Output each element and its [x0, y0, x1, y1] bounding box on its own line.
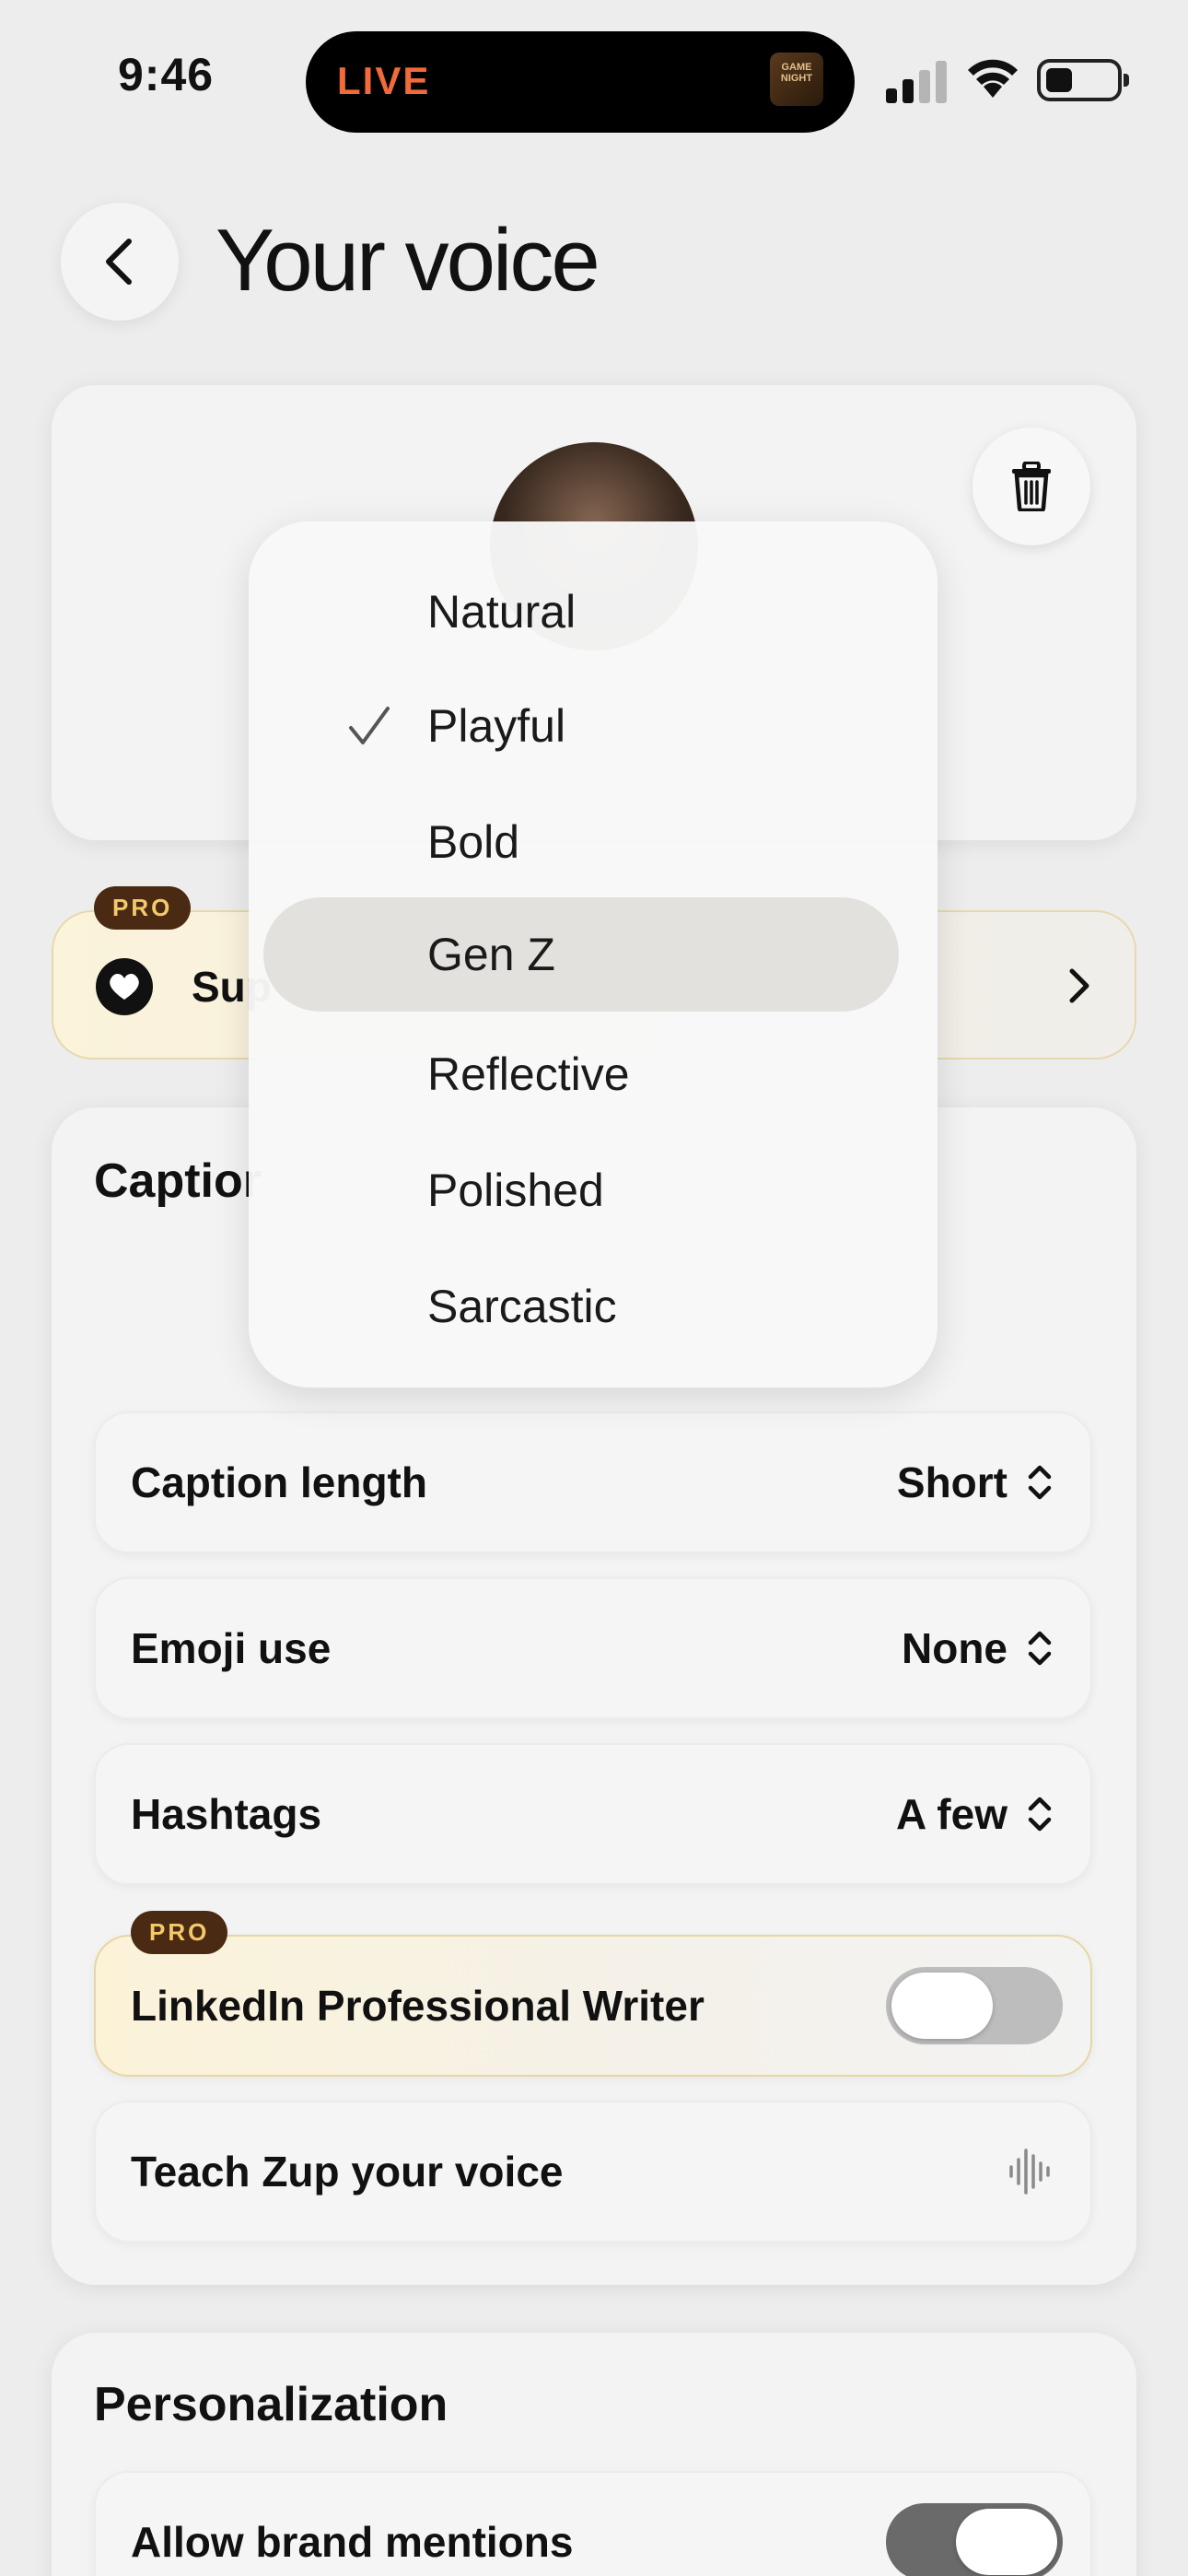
linkedin-writer-toggle[interactable]: [886, 1967, 1063, 2044]
trash-icon: [1012, 462, 1051, 511]
battery-icon: [1037, 59, 1129, 101]
checkmark-icon: [349, 707, 390, 744]
row-label: Teach Zup your voice: [131, 2148, 564, 2195]
heart-icon: [96, 958, 153, 1015]
status-time: 9:46: [118, 49, 215, 100]
row-label: Caption length: [131, 1458, 427, 1506]
caption-length-value: Short: [896, 1458, 1007, 1506]
tone-dropdown-menu: Natural Playful Bold Gen Z Reflective Po…: [249, 521, 938, 1388]
menu-item-gen-z[interactable]: Gen Z: [263, 897, 899, 1012]
caption-section-title: Captior: [94, 1154, 262, 1208]
hashtags-row[interactable]: Hashtags A few: [94, 1743, 1092, 1885]
chevron-up-down-icon: [1028, 1797, 1052, 1832]
row-label: Hashtags: [131, 1790, 322, 1838]
menu-item-playful[interactable]: Playful: [263, 669, 899, 783]
signal-icon: [886, 61, 947, 103]
row-label: Allow brand mentions: [131, 2518, 574, 2566]
menu-item-reflective[interactable]: Reflective: [263, 1017, 899, 1131]
emoji-use-row[interactable]: Emoji use None: [94, 1577, 1092, 1719]
page-title: Your voice: [215, 211, 600, 310]
chevron-left-icon: [106, 239, 132, 285]
brand-mentions-row[interactable]: Allow brand mentions: [94, 2471, 1092, 2576]
wifi-icon: [968, 59, 1018, 98]
chevron-right-icon: [1069, 968, 1089, 1003]
pro-badge: PRO: [131, 1911, 228, 1954]
caption-length-row[interactable]: Caption length Short: [94, 1411, 1092, 1553]
live-activity-thumbnail: GAME NIGHT: [770, 53, 823, 106]
menu-item-sarcastic[interactable]: Sarcastic: [263, 1249, 899, 1364]
emoji-use-value: None: [902, 1624, 1007, 1672]
live-activity-label: LIVE: [337, 59, 431, 102]
row-label: Emoji use: [131, 1624, 332, 1672]
chevron-up-down-icon: [1028, 1631, 1052, 1666]
menu-item-natural[interactable]: Natural: [263, 555, 899, 669]
menu-item-polished[interactable]: Polished: [263, 1133, 899, 1247]
row-label: LinkedIn Professional Writer: [131, 1982, 705, 2030]
linkedin-writer-row[interactable]: LinkedIn Professional Writer: [94, 1935, 1092, 2077]
chevron-up-down-icon: [1028, 1465, 1052, 1500]
menu-item-bold[interactable]: Bold: [263, 785, 899, 899]
teach-voice-row[interactable]: Teach Zup your voice: [94, 2101, 1092, 2242]
delete-voice-button[interactable]: [973, 427, 1090, 545]
hashtags-value: A few: [896, 1790, 1007, 1838]
brand-mentions-toggle[interactable]: [886, 2503, 1063, 2576]
personalization-title: Personalization: [94, 2378, 448, 2431]
pro-badge: PRO: [94, 886, 192, 930]
back-button[interactable]: [61, 203, 179, 321]
waveform-icon: [1009, 2149, 1050, 2195]
